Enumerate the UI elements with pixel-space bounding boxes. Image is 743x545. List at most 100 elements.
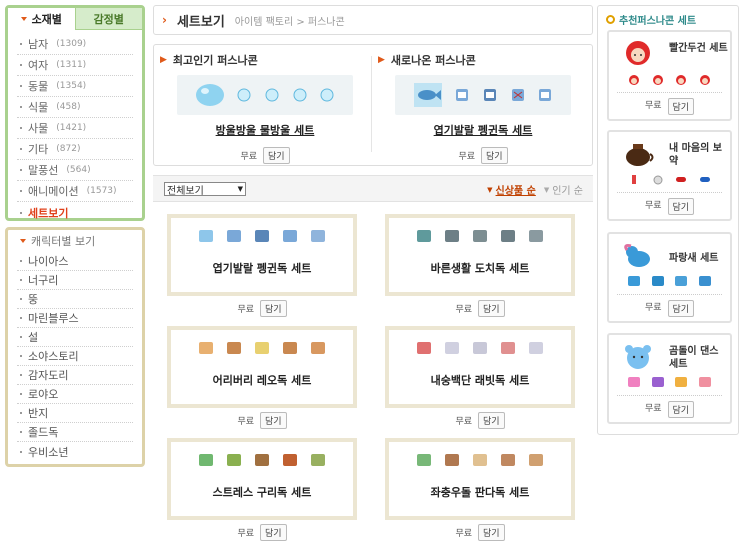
character-item[interactable]: 졸드독 xyxy=(17,423,133,442)
add-button[interactable]: 담기 xyxy=(478,300,505,317)
add-button[interactable]: 담기 xyxy=(667,300,695,317)
category-item-animation[interactable]: 애니메이션 (1573) xyxy=(17,181,133,202)
add-button[interactable]: 담기 xyxy=(478,524,505,541)
character-item[interactable]: 반지 xyxy=(17,404,133,423)
popular-preview[interactable] xyxy=(177,75,353,115)
sort-options: ▼ 신상품 순 ▼ 인기 순 xyxy=(487,182,583,198)
recommended-card[interactable]: 내 마음의 보약 무료 담기 xyxy=(607,130,732,221)
sort-popular-link[interactable]: 인기 순 xyxy=(552,182,583,197)
add-button[interactable]: 담기 xyxy=(481,147,508,164)
price-label: 무료 xyxy=(455,305,472,315)
bear-icon xyxy=(675,377,688,387)
pill-icon xyxy=(653,175,663,185)
rabbit-icon xyxy=(501,342,515,354)
character-item[interactable]: 우비소년 xyxy=(17,442,133,461)
bullet-icon xyxy=(20,412,22,414)
bullet-icon xyxy=(20,317,22,319)
capsule-icon xyxy=(699,177,710,182)
category-item-speech-bubble[interactable]: 말풍선 (564) xyxy=(17,160,133,181)
set-card[interactable]: 어리버리 레오독 세트 xyxy=(167,326,357,408)
category-item-animal[interactable]: 동물 (1354) xyxy=(17,76,133,97)
triangle-down-icon: ▼ xyxy=(543,185,550,194)
set-card[interactable]: 엽기발랄 펭귄독 세트 xyxy=(167,214,357,296)
category-item-etc[interactable]: 기타 (872) xyxy=(17,139,133,160)
bluebird-icon xyxy=(628,276,641,286)
recommended-icons xyxy=(617,74,722,85)
popular-header: ▶ 최고인기 퍼스나콘 xyxy=(160,53,370,67)
category-item-object[interactable]: 사물 (1421) xyxy=(17,118,133,139)
hedgehog-icon xyxy=(501,230,515,242)
set-card[interactable]: 스트레스 구리독 세트 xyxy=(167,438,357,520)
bubble-icon xyxy=(237,88,251,102)
add-button[interactable]: 담기 xyxy=(260,524,287,541)
bullet-icon xyxy=(20,85,22,87)
character-item[interactable]: 로야오 xyxy=(17,385,133,404)
set-card[interactable]: 내숭백단 래빗독 세트 xyxy=(385,326,575,408)
character-item[interactable]: 너구리 xyxy=(17,271,133,290)
bear-icon xyxy=(628,377,641,387)
recommended-name: 내 마음의 보약 xyxy=(669,143,722,167)
character-item[interactable]: 설 xyxy=(17,328,133,347)
category-item-female[interactable]: 여자 (1311) xyxy=(17,55,133,76)
character-item[interactable]: 감자도리 xyxy=(17,366,133,385)
recommended-actions: 무료 담기 xyxy=(609,401,730,418)
set-card[interactable]: 바른생활 도치독 세트 xyxy=(385,214,575,296)
add-button[interactable]: 담기 xyxy=(667,98,695,115)
bullet-icon xyxy=(20,279,22,281)
red-hood-icon xyxy=(626,41,650,65)
raccoon-icon xyxy=(283,454,297,466)
recommended-card[interactable]: 빨간두건 세트 무료 담기 xyxy=(607,30,732,121)
category-count: (1309) xyxy=(56,39,87,49)
add-button[interactable]: 담기 xyxy=(478,412,505,429)
tab-by-material[interactable]: 소재별 xyxy=(8,8,75,30)
recommended-card[interactable]: 파랑새 세트 무료 담기 xyxy=(607,232,732,323)
water-drop-icon xyxy=(195,84,224,106)
set-icons xyxy=(171,454,353,466)
category-item-plant[interactable]: 식물 (458) xyxy=(17,97,133,118)
add-button[interactable]: 담기 xyxy=(263,147,290,164)
capsule-icon xyxy=(676,177,687,182)
bullet-icon xyxy=(20,260,22,262)
character-item[interactable]: 마린블루스 xyxy=(17,309,133,328)
category-item-male[interactable]: 남자 (1309) xyxy=(17,34,133,55)
set-icons xyxy=(389,342,571,354)
penguin-icon xyxy=(456,89,469,101)
triangle-right-icon: ▶ xyxy=(160,55,167,65)
character-item[interactable]: 나이아스 xyxy=(17,252,133,271)
add-button[interactable]: 담기 xyxy=(260,300,287,317)
popular-set-name[interactable]: 방울방울 물방울 세트 xyxy=(160,122,370,138)
add-button[interactable]: 담기 xyxy=(667,198,695,215)
price-label: 무료 xyxy=(237,529,254,539)
set-card[interactable]: 좌충우돌 판다독 세트 xyxy=(385,438,575,520)
new-actions: 무료 담기 xyxy=(378,147,588,164)
bluebird-icon xyxy=(651,276,664,286)
set-actions: 무료 담기 xyxy=(385,300,575,317)
category-item-sets[interactable]: 세트보기 xyxy=(17,202,133,223)
price-label: 무료 xyxy=(458,152,475,162)
add-button[interactable]: 담기 xyxy=(260,412,287,429)
character-panel-title: 캐릭터별 보기 xyxy=(31,235,96,248)
new-preview[interactable] xyxy=(395,75,571,115)
character-label: 로야오 xyxy=(28,388,59,401)
character-item[interactable]: 뚱 xyxy=(17,290,133,309)
rabbit-icon xyxy=(473,342,487,354)
recommended-name: 파랑새 세트 xyxy=(669,253,719,264)
category-label: 기타 xyxy=(28,143,49,156)
price-label: 무료 xyxy=(644,201,662,211)
character-item[interactable]: 소야스토리 xyxy=(17,347,133,366)
bottle-icon xyxy=(632,175,637,184)
recommended-icons xyxy=(617,174,722,185)
category-count: (1573) xyxy=(86,186,117,196)
tab-by-emotion[interactable]: 감정별 xyxy=(74,8,142,30)
panda-icon xyxy=(473,454,487,466)
set-icons xyxy=(171,342,353,354)
new-header: ▶ 새로나온 퍼스나콘 xyxy=(378,53,588,67)
penguin-icon xyxy=(283,230,297,242)
add-button[interactable]: 담기 xyxy=(667,401,695,418)
recommended-card[interactable]: 곰돌이 댄스 세트 무료 담기 xyxy=(607,333,732,424)
new-set-name[interactable]: 엽기발랄 펭귄독 세트 xyxy=(378,122,588,138)
view-select[interactable]: 전체보기 ▼ xyxy=(164,182,246,197)
recommended-name: 빨간두건 세트 xyxy=(669,43,728,54)
sort-new-link[interactable]: 신상품 순 xyxy=(496,182,536,197)
divider xyxy=(617,294,722,295)
